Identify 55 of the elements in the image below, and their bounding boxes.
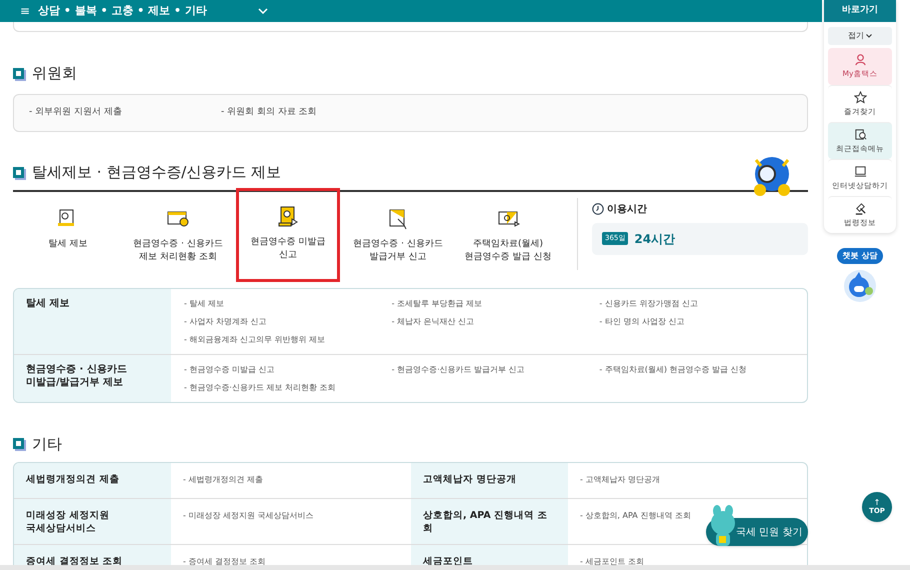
- square-bullet-icon: [13, 438, 24, 450]
- link[interactable]: - 탈세 제보: [184, 296, 224, 310]
- chevron-down-icon: [258, 8, 268, 14]
- table-header-cell: 고액체납자 명단공개: [423, 473, 516, 486]
- menu-icon[interactable]: ≡: [20, 2, 30, 20]
- collapse-button[interactable]: 접기: [828, 27, 892, 45]
- hours-value: 24시간: [634, 230, 676, 248]
- quick-menu-title: 바로가기: [824, 0, 896, 22]
- link[interactable]: - 현금영수증·신용카드 발급거부 신고: [392, 362, 525, 376]
- link[interactable]: - 해외금융계좌 신고의무 위반행위 제보: [184, 332, 326, 346]
- person-icon: [854, 53, 866, 66]
- chatbot-button[interactable]: 챗봇 상담: [836, 248, 884, 264]
- link[interactable]: - 세금포인트 조회: [580, 555, 644, 568]
- hours-label: 이용시간: [607, 202, 647, 216]
- document-icon: [276, 204, 300, 228]
- chevron-down-icon: [866, 34, 872, 38]
- chatbot-mascot-drawing[interactable]: [843, 269, 877, 303]
- section-title: 탈세제보 · 현금영수증/신용카드 제보: [32, 162, 282, 183]
- service-button[interactable]: 탈세 제보: [16, 192, 120, 276]
- clock-icon: [592, 203, 604, 215]
- link[interactable]: - 고액체납자 명단공개: [580, 473, 660, 486]
- link[interactable]: - 현금영수증 미발급 신고: [184, 362, 275, 376]
- section-title: 위원회: [32, 63, 77, 84]
- link[interactable]: - 체납자 은닉재산 신고: [392, 314, 474, 328]
- section-title: 기타: [32, 434, 62, 454]
- link[interactable]: - 외부위원 지원서 제출: [29, 106, 149, 120]
- link[interactable]: - 세법령개정의견 제출: [183, 473, 263, 486]
- link[interactable]: - 타인 명의 사업장 신고: [599, 314, 684, 328]
- star-icon: [854, 90, 866, 104]
- gavel-icon: [854, 202, 866, 215]
- link[interactable]: - 현금영수증·신용카드 제보 처리현황 조회: [184, 380, 336, 394]
- table-header-cell-text: 현금영수증 · 신용카드 미발급/발급거부 제보: [26, 362, 128, 388]
- link[interactable]: - 위원회 회의 자료 조회: [221, 106, 341, 120]
- table-header-cell: 세법령개정의견 제출: [26, 473, 120, 486]
- link[interactable]: - 사업자 차명계좌 신고: [184, 314, 267, 328]
- link[interactable]: - 상호합의, APA 진행내역 조회: [580, 509, 691, 522]
- service-button[interactable]: 현금영수증 미발급 신고: [236, 188, 340, 282]
- link[interactable]: - 주택임차료(월세) 현금영수증 발급 신청: [599, 362, 747, 376]
- link[interactable]: - 조세탈루 부당환급 제보: [392, 296, 482, 310]
- mascot-drawing: [708, 505, 738, 549]
- breadcrumb-dropdown[interactable]: 상담 • 불복 • 고충 • 제보 • 기타: [38, 2, 268, 20]
- service-button[interactable]: 현금영수증 · 신용카드 발급거부 신고: [346, 192, 450, 276]
- link[interactable]: - 증여세 결정정보 조회: [183, 555, 266, 568]
- table-header-cell: 세금포인트: [423, 555, 473, 568]
- table-header-cell: 미래성장 세정지원 국세상담서비스: [26, 509, 110, 535]
- service-button[interactable]: 현금영수증 · 신용카드 제보 처리현황 조회: [126, 192, 230, 276]
- laptop-icon: [854, 164, 866, 178]
- square-bullet-icon: [13, 68, 24, 79]
- table-header-cell-text: 탈세 제보: [26, 296, 70, 310]
- link[interactable]: - 신용카드 위장가맹점 신고: [599, 296, 698, 310]
- service-button[interactable]: 주택임차료(월세) 현금영수증 발급 신청: [456, 192, 560, 276]
- table-header-cell-text: 상호합의, APA 진행내역 조회: [423, 509, 548, 535]
- link[interactable]: - 미래성장 세정지원 국세상담서비스: [183, 509, 314, 522]
- document-search-icon: [854, 128, 866, 141]
- square-bullet-icon: [13, 166, 24, 178]
